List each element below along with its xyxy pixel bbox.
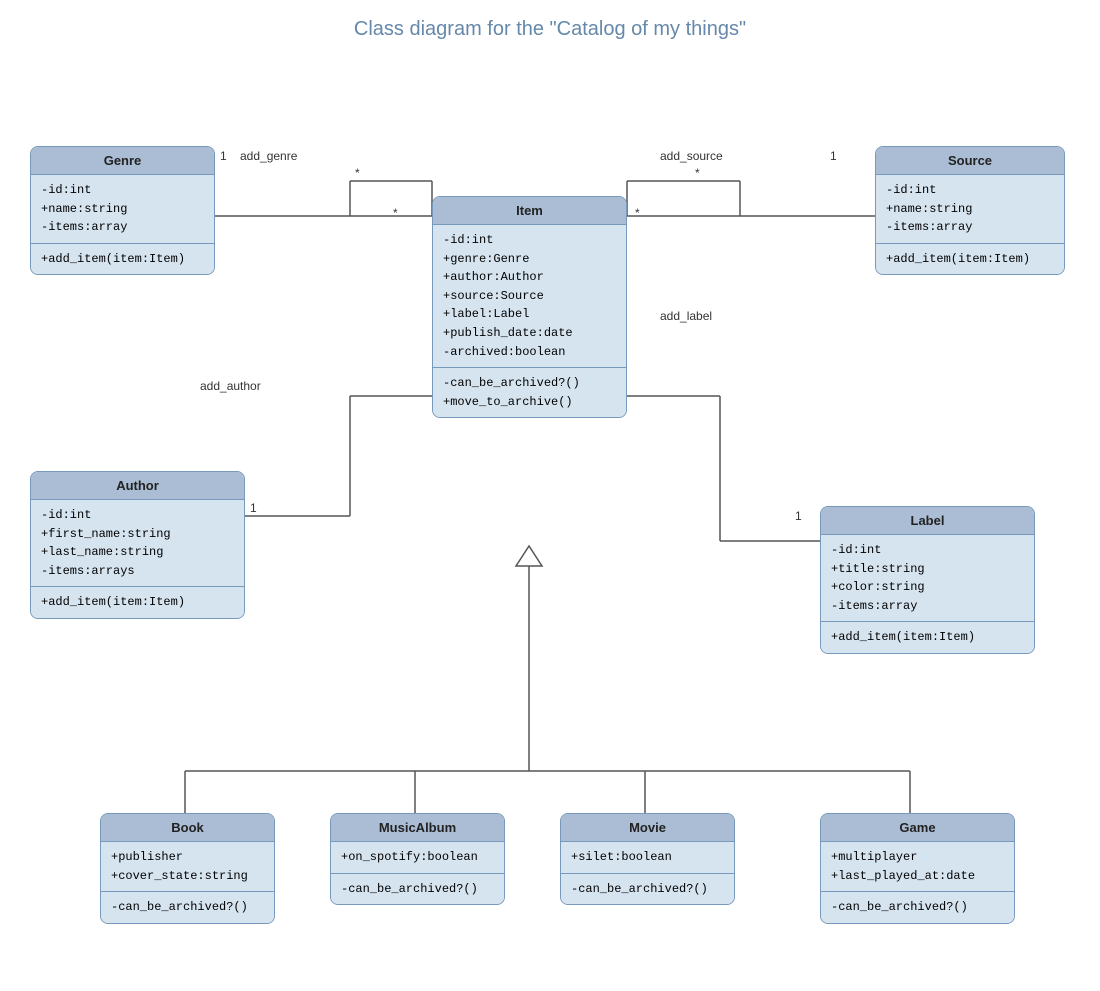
source-methods: +add_item(item:Item)	[876, 244, 1064, 275]
item-attr-5: +label:Label	[443, 305, 616, 324]
book-attr-1: +publisher	[111, 848, 264, 867]
source-attr-3: -items:array	[886, 218, 1054, 237]
musicalbum-methods: -can_be_archived?()	[331, 874, 504, 905]
diagram-container: 1 add_genre * * 1 add_source * * 1 add_a…	[0, 51, 1100, 991]
game-method-1: -can_be_archived?()	[831, 898, 1004, 917]
author-methods: +add_item(item:Item)	[31, 587, 244, 618]
musicalbum-attr-1: +on_spotify:boolean	[341, 848, 494, 867]
movie-header: Movie	[561, 814, 734, 842]
label-method-1: +add_item(item:Item)	[831, 628, 1024, 647]
item-attr-2: +genre:Genre	[443, 250, 616, 269]
item-attr-7: -archived:boolean	[443, 343, 616, 362]
author-header: Author	[31, 472, 244, 500]
author-attr-3: +last_name:string	[41, 543, 234, 562]
movie-attributes: +silet:boolean	[561, 842, 734, 874]
game-methods: -can_be_archived?()	[821, 892, 1014, 923]
page-title: Class diagram for the "Catalog of my thi…	[0, 0, 1100, 41]
item-class: Item -id:int +genre:Genre +author:Author…	[432, 196, 627, 418]
movie-methods: -can_be_archived?()	[561, 874, 734, 905]
genre-attr-2: +name:string	[41, 200, 204, 219]
label-attr-2: +title:string	[831, 560, 1024, 579]
book-attributes: +publisher +cover_state:string	[101, 842, 274, 892]
genre-mult-star2: *	[393, 206, 398, 220]
game-attributes: +multiplayer +last_played_at:date	[821, 842, 1014, 892]
item-attributes: -id:int +genre:Genre +author:Author +sou…	[433, 225, 626, 368]
genre-attributes: -id:int +name:string -items:array	[31, 175, 214, 244]
source-mult-1: 1	[830, 149, 837, 163]
game-header: Game	[821, 814, 1014, 842]
author-mult-1: 1	[250, 501, 257, 515]
item-method-2: +move_to_archive()	[443, 393, 616, 412]
author-attr-1: -id:int	[41, 506, 234, 525]
item-attr-1: -id:int	[443, 231, 616, 250]
source-method-1: +add_item(item:Item)	[886, 250, 1054, 269]
source-attr-1: -id:int	[886, 181, 1054, 200]
genre-attr-3: -items:array	[41, 218, 204, 237]
genre-method-1: +add_item(item:Item)	[41, 250, 204, 269]
source-class: Source -id:int +name:string -items:array…	[875, 146, 1065, 275]
source-add-label: add_source	[660, 149, 723, 163]
game-attr-2: +last_played_at:date	[831, 867, 1004, 886]
author-add-label: add_author	[200, 379, 261, 393]
genre-attr-1: -id:int	[41, 181, 204, 200]
author-attributes: -id:int +first_name:string +last_name:st…	[31, 500, 244, 587]
movie-class: Movie +silet:boolean -can_be_archived?()	[560, 813, 735, 905]
genre-header: Genre	[31, 147, 214, 175]
item-attr-4: +source:Source	[443, 287, 616, 306]
game-class: Game +multiplayer +last_played_at:date -…	[820, 813, 1015, 924]
movie-attr-1: +silet:boolean	[571, 848, 724, 867]
item-header: Item	[433, 197, 626, 225]
musicalbum-method-1: -can_be_archived?()	[341, 880, 494, 899]
genre-methods: +add_item(item:Item)	[31, 244, 214, 275]
genre-mult-star: *	[355, 166, 360, 180]
author-attr-2: +first_name:string	[41, 525, 234, 544]
book-attr-2: +cover_state:string	[111, 867, 264, 886]
genre-add-label: add_genre	[240, 149, 297, 163]
item-attr-3: +author:Author	[443, 268, 616, 287]
book-header: Book	[101, 814, 274, 842]
label-add-label: add_label	[660, 309, 712, 323]
author-class: Author -id:int +first_name:string +last_…	[30, 471, 245, 619]
label-attr-4: -items:array	[831, 597, 1024, 616]
source-attr-2: +name:string	[886, 200, 1054, 219]
musicalbum-header: MusicAlbum	[331, 814, 504, 842]
label-attributes: -id:int +title:string +color:string -ite…	[821, 535, 1034, 622]
book-methods: -can_be_archived?()	[101, 892, 274, 923]
source-attributes: -id:int +name:string -items:array	[876, 175, 1064, 244]
label-attr-3: +color:string	[831, 578, 1024, 597]
label-attr-1: -id:int	[831, 541, 1024, 560]
item-methods: -can_be_archived?() +move_to_archive()	[433, 368, 626, 417]
genre-class: Genre -id:int +name:string -items:array …	[30, 146, 215, 275]
game-attr-1: +multiplayer	[831, 848, 1004, 867]
genre-mult-1: 1	[220, 149, 227, 163]
book-method-1: -can_be_archived?()	[111, 898, 264, 917]
movie-method-1: -can_be_archived?()	[571, 880, 724, 899]
label-mult-1: 1	[795, 509, 802, 523]
author-attr-4: -items:arrays	[41, 562, 234, 581]
source-mult-star2: *	[635, 206, 640, 220]
book-class: Book +publisher +cover_state:string -can…	[100, 813, 275, 924]
musicalbum-class: MusicAlbum +on_spotify:boolean -can_be_a…	[330, 813, 505, 905]
author-method-1: +add_item(item:Item)	[41, 593, 234, 612]
item-attr-6: +publish_date:date	[443, 324, 616, 343]
source-mult-star: *	[695, 166, 700, 180]
label-header: Label	[821, 507, 1034, 535]
label-class: Label -id:int +title:string +color:strin…	[820, 506, 1035, 654]
item-method-1: -can_be_archived?()	[443, 374, 616, 393]
source-header: Source	[876, 147, 1064, 175]
musicalbum-attributes: +on_spotify:boolean	[331, 842, 504, 874]
label-methods: +add_item(item:Item)	[821, 622, 1034, 653]
